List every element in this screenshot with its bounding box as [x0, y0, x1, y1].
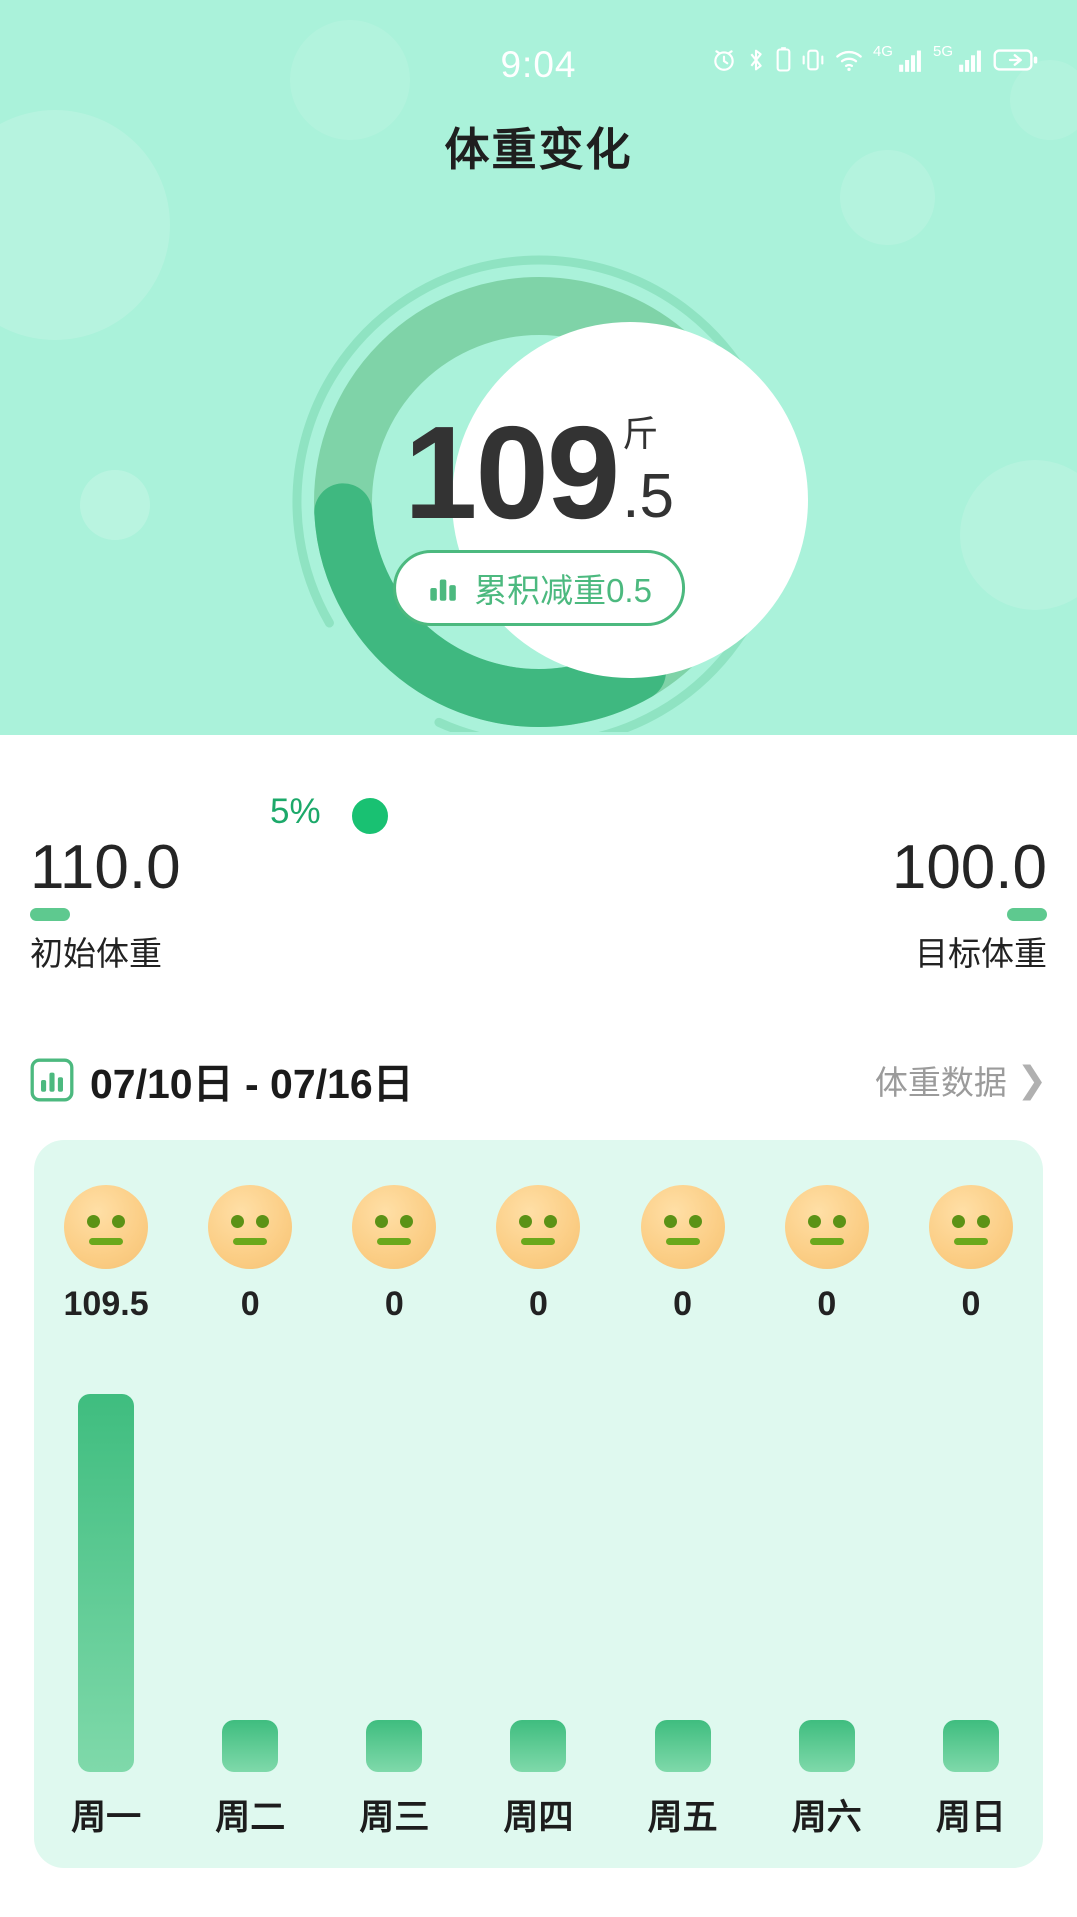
current-weight: 109 斤 .5 [174, 399, 904, 546]
start-weight-label: 初始体重 [30, 935, 162, 973]
chart-day-label: 周三 [359, 1798, 430, 1837]
status-icons: 4G 5G [711, 42, 1039, 74]
accent-dash [30, 908, 70, 922]
page-title: 体重变化 [444, 124, 633, 175]
neutral-face-icon [208, 1185, 293, 1269]
accent-dash [1007, 908, 1047, 922]
chart-day-label: 周日 [935, 1798, 1006, 1837]
weight-data-label: 体重数据 [874, 1064, 1007, 1101]
chart-day-label: 周四 [503, 1798, 574, 1837]
target-weight-stat: 100.0 目标体重 [892, 835, 1047, 975]
target-weight-value: 100.0 [891, 833, 1047, 902]
progress-marker-dot [346, 792, 394, 840]
weight-decimal: .5 [622, 462, 674, 531]
cumulative-loss-badge[interactable]: 累积减重0.5 [393, 550, 685, 626]
bar-slot [322, 1292, 466, 1772]
neutral-face-icon [784, 1185, 869, 1269]
chart-day-label: 周五 [647, 1798, 718, 1837]
decorative-bubble [960, 460, 1077, 610]
5g-signal-icon [959, 50, 981, 72]
chart-column[interactable]: 0 周五 [611, 1140, 755, 1868]
bar-chart-icon [430, 579, 456, 601]
chart-bar[interactable] [510, 1720, 567, 1772]
chart-bar[interactable] [78, 1394, 135, 1772]
date-range-group[interactable]: 07/10日 - 07/16日 [30, 1050, 414, 1110]
wifi-icon [836, 50, 862, 71]
status-bar: 9:04 4G 5G [0, 0, 1077, 118]
bar-slot [755, 1292, 899, 1772]
neutral-face-icon [496, 1185, 581, 1269]
chart-bar[interactable] [942, 1720, 999, 1772]
bar-slot [178, 1292, 322, 1772]
chart-day-label: 周六 [791, 1798, 862, 1837]
bar-slot [466, 1292, 610, 1772]
start-weight-stat: 110.0 初始体重 [30, 835, 181, 975]
start-weight-value: 110.0 [30, 833, 181, 902]
alarm-icon [714, 50, 734, 71]
chart-bar[interactable] [798, 1720, 855, 1772]
chevron-right-icon: ❯ [1016, 1059, 1047, 1100]
neutral-face-icon [928, 1185, 1013, 1269]
chart-bar[interactable] [366, 1720, 423, 1772]
decorative-bubble [80, 470, 150, 540]
chart-column[interactable]: 109.5 周一 [34, 1140, 178, 1868]
neutral-face-icon [64, 1185, 149, 1269]
bar-slot [899, 1292, 1043, 1772]
4g-signal-icon [899, 50, 921, 72]
date-range-row: 07/10日 - 07/16日 体重数据 ❯ [0, 1040, 1077, 1120]
battery-small-icon [776, 47, 791, 72]
chart-columns: 109.5 周一 0 周二 0 周三 0 周四 0 周五 0 周六 0 周日 [34, 1140, 1043, 1868]
chart-day-label: 周二 [215, 1798, 286, 1837]
vibrate-icon [802, 49, 824, 71]
progress-percent-label: 5% [270, 792, 321, 831]
chart-column[interactable]: 0 周二 [178, 1140, 322, 1868]
chart-day-label: 周一 [71, 1798, 142, 1837]
weight-integer: 109 [404, 399, 620, 546]
bar-chart-icon [30, 1058, 74, 1102]
chart-column[interactable]: 0 周六 [755, 1140, 899, 1868]
network-4g-label: 4G [872, 42, 893, 60]
chart-column[interactable]: 0 周三 [322, 1140, 466, 1868]
weight-gauge: 109 斤 .5 累积减重0.5 5% [174, 232, 904, 840]
neutral-face-icon [640, 1185, 725, 1269]
neutral-face-icon [352, 1185, 437, 1269]
weekly-weight-chart: 109.5 周一 0 周二 0 周三 0 周四 0 周五 0 周六 0 周日 [34, 1140, 1043, 1868]
weight-unit: 斤 [622, 413, 659, 454]
battery-charging-icon [993, 49, 1038, 71]
chart-bar[interactable] [654, 1720, 711, 1772]
chart-column[interactable]: 0 周四 [466, 1140, 610, 1868]
chart-bar[interactable] [222, 1720, 279, 1772]
date-range-text: 07/10日 - 07/16日 [90, 1061, 414, 1107]
weight-data-link[interactable]: 体重数据 ❯ [875, 1056, 1047, 1104]
network-5g-label: 5G [932, 42, 953, 60]
cumulative-loss-label: 累积减重0.5 [474, 572, 652, 609]
bar-slot [611, 1292, 755, 1772]
target-weight-label: 目标体重 [915, 935, 1047, 973]
chart-column[interactable]: 0 周日 [899, 1140, 1043, 1868]
bluetooth-icon [750, 49, 762, 71]
bar-slot [34, 1292, 178, 1772]
weight-stats-row: 110.0 初始体重 100.0 目标体重 [0, 835, 1077, 975]
